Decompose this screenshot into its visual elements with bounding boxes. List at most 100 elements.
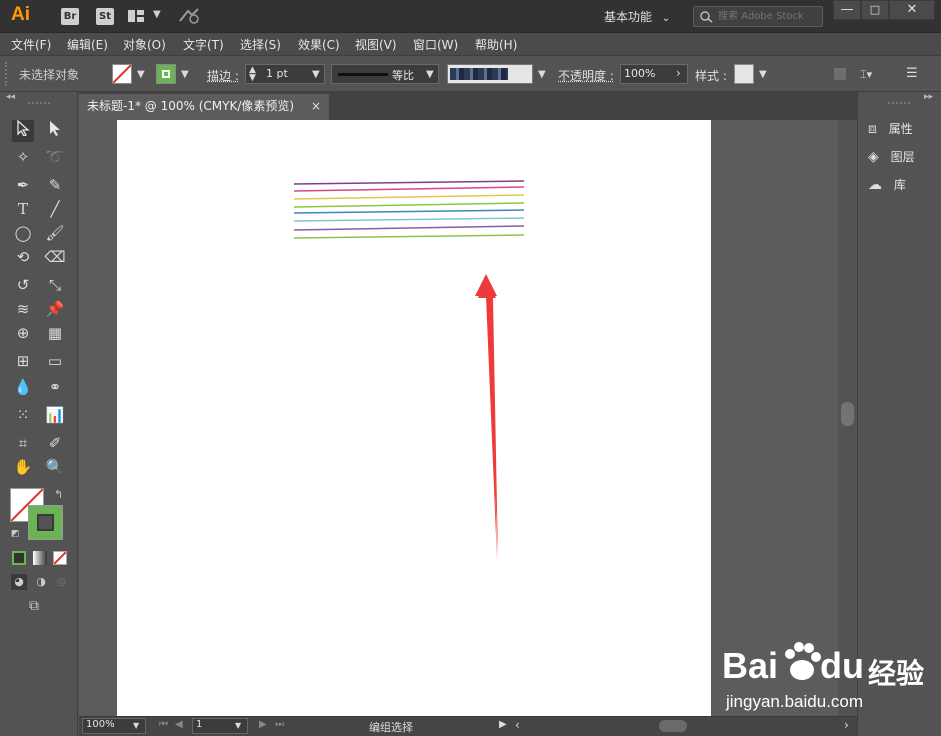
zoom-value[interactable]: 100% [86, 719, 115, 730]
gpu-performance-icon[interactable] [178, 7, 202, 28]
default-colors-icon[interactable]: ◩ [11, 529, 20, 539]
libraries-panel-button[interactable]: ☁ 库 [868, 176, 906, 193]
puppet-warp-tool-icon[interactable]: 📌 [44, 298, 66, 320]
selection-tool-icon[interactable] [12, 119, 34, 142]
menu-select[interactable]: 选择(S) [240, 36, 281, 53]
direct-selection-tool-icon[interactable] [44, 120, 66, 142]
horizontal-scroll-thumb[interactable] [659, 720, 687, 732]
artboard-number-field[interactable]: 1 ▼ [192, 718, 248, 734]
arrange-documents-icon[interactable] [128, 10, 144, 22]
fill-dropdown-icon[interactable]: ▼ [137, 69, 145, 80]
draw-behind-icon[interactable]: ◑ [33, 574, 49, 590]
brush-definition[interactable] [447, 64, 533, 84]
colored-lines-group[interactable] [293, 180, 525, 239]
draw-inside-icon[interactable]: ◎ [53, 574, 69, 590]
swap-colors-icon[interactable]: ↰ [54, 488, 63, 501]
rotate-tool-icon[interactable]: ↺ [12, 274, 34, 296]
line-4[interactable] [293, 202, 525, 208]
line-5[interactable] [293, 209, 525, 214]
bar-grip[interactable] [5, 62, 8, 86]
profile-dropdown-icon[interactable]: ▼ [426, 69, 434, 80]
artwork-canvas[interactable] [117, 120, 711, 716]
zoom-field[interactable]: 100% ▼ [82, 718, 146, 734]
artboard-number-value[interactable]: 1 [196, 719, 202, 730]
menu-window[interactable]: 窗口(W) [413, 36, 458, 53]
arrange-dropdown-icon[interactable]: ▼ [153, 9, 161, 20]
none-mode-icon[interactable] [53, 551, 67, 565]
vertical-scroll-thumb[interactable] [841, 402, 854, 426]
collapse-tools-icon[interactable]: ◂◂ [6, 92, 15, 102]
prev-artboard-icon[interactable]: ◀ [175, 719, 183, 730]
lasso-tool-icon[interactable]: ➰ [44, 146, 66, 168]
paintbrush-tool-icon[interactable]: 🖌 [44, 222, 66, 244]
properties-panel-button[interactable]: ⧈ 属性 [868, 120, 913, 137]
menu-help[interactable]: 帮助(H) [475, 36, 517, 53]
column-graph-tool-icon[interactable]: 📊 [44, 404, 66, 426]
menu-edit[interactable]: 编辑(E) [67, 36, 108, 53]
line-7[interactable] [293, 225, 525, 231]
menu-object[interactable]: 对象(O) [123, 36, 166, 53]
zoom-dropdown-icon[interactable]: ▼ [133, 721, 139, 730]
slice-tool-icon[interactable]: ✐ [44, 432, 66, 454]
line-8[interactable] [293, 234, 525, 239]
stock-button[interactable]: St [96, 8, 114, 25]
opacity-value[interactable]: 100% [624, 67, 655, 80]
mesh-tool-icon[interactable]: ⊞ [12, 350, 34, 372]
close-button[interactable]: ✕ [889, 0, 935, 20]
expand-panels-icon[interactable]: ▸▸ [924, 92, 933, 102]
eraser-tool-icon[interactable]: ⌫ [44, 246, 66, 268]
shaper-tool-icon[interactable]: ⟲ [12, 246, 34, 268]
artboard-dropdown-icon[interactable]: ▼ [235, 721, 241, 730]
color-mode-icon[interactable] [12, 551, 26, 565]
eyedropper-tool-icon[interactable]: 💧 [12, 376, 34, 398]
ellipse-tool-icon[interactable]: ◯ [12, 222, 34, 244]
screen-mode-icon[interactable]: ⧉ [29, 598, 39, 614]
status-menu-icon[interactable]: ▶ [499, 719, 507, 730]
panels-grip[interactable] [888, 102, 910, 105]
stroke-label[interactable]: 描边 : [207, 67, 239, 84]
tab-close-button[interactable]: × [311, 94, 321, 118]
gradient-tool-icon[interactable]: ▭ [44, 350, 66, 372]
stroke-dropdown-icon[interactable]: ▼ [181, 69, 189, 80]
workspace-switcher[interactable]: 基本功能 ⌄ [604, 8, 670, 25]
panel-menu-icon[interactable]: ☰ [906, 66, 918, 81]
menu-type[interactable]: 文字(T) [183, 36, 224, 53]
perspective-grid-tool-icon[interactable]: ▦ [44, 322, 66, 344]
scale-tool-icon[interactable]: ⤡ [44, 274, 66, 296]
first-artboard-icon[interactable]: ⏮ [159, 719, 168, 730]
vertical-scrollbar[interactable] [838, 120, 857, 716]
line-2[interactable] [293, 186, 525, 192]
graphic-style-swatch[interactable] [734, 64, 754, 84]
stroke-weight-dropdown-icon[interactable]: ▼ [312, 69, 320, 80]
transform-icon[interactable]: ⌶▾ [860, 68, 872, 82]
shape-builder-tool-icon[interactable]: ⊕ [12, 322, 34, 344]
minimize-button[interactable]: — [833, 0, 861, 20]
fill-swatch[interactable] [112, 64, 132, 84]
line-3[interactable] [293, 194, 525, 200]
last-artboard-icon[interactable]: ⏭ [275, 719, 284, 730]
stroke-weight-field[interactable]: ▲ ▼ 1 pt ▼ [245, 64, 325, 84]
line-segment-tool-icon[interactable]: ╱ [44, 198, 66, 220]
magic-wand-tool-icon[interactable]: ✧ [12, 146, 34, 168]
line-6[interactable] [293, 217, 525, 222]
line-1[interactable] [293, 180, 525, 185]
style-dropdown-icon[interactable]: ▼ [759, 69, 767, 80]
variable-width-profile[interactable]: 等比 ▼ [331, 64, 439, 84]
search-input[interactable] [718, 9, 820, 24]
stroke-weight-value[interactable]: 1 pt [266, 67, 288, 80]
scroll-left-icon[interactable]: ‹ [515, 718, 520, 732]
next-artboard-icon[interactable]: ▶ [259, 719, 267, 730]
width-tool-icon[interactable]: ≋ [12, 298, 34, 320]
stroke-swatch[interactable] [156, 64, 176, 84]
stroke-color-box[interactable] [28, 505, 63, 540]
blend-tool-icon[interactable]: ⚭ [44, 376, 66, 398]
draw-normal-icon[interactable]: ◕ [11, 574, 27, 590]
opacity-slider-icon[interactable]: › [676, 66, 681, 80]
menu-file[interactable]: 文件(F) [11, 36, 51, 53]
type-tool-icon[interactable]: T [12, 198, 34, 220]
stock-search[interactable] [693, 6, 823, 27]
maximize-button[interactable]: □ [861, 0, 889, 20]
pen-tool-icon[interactable]: ✒ [12, 174, 34, 196]
tools-grip[interactable] [28, 102, 50, 105]
artboard[interactable] [117, 120, 711, 716]
